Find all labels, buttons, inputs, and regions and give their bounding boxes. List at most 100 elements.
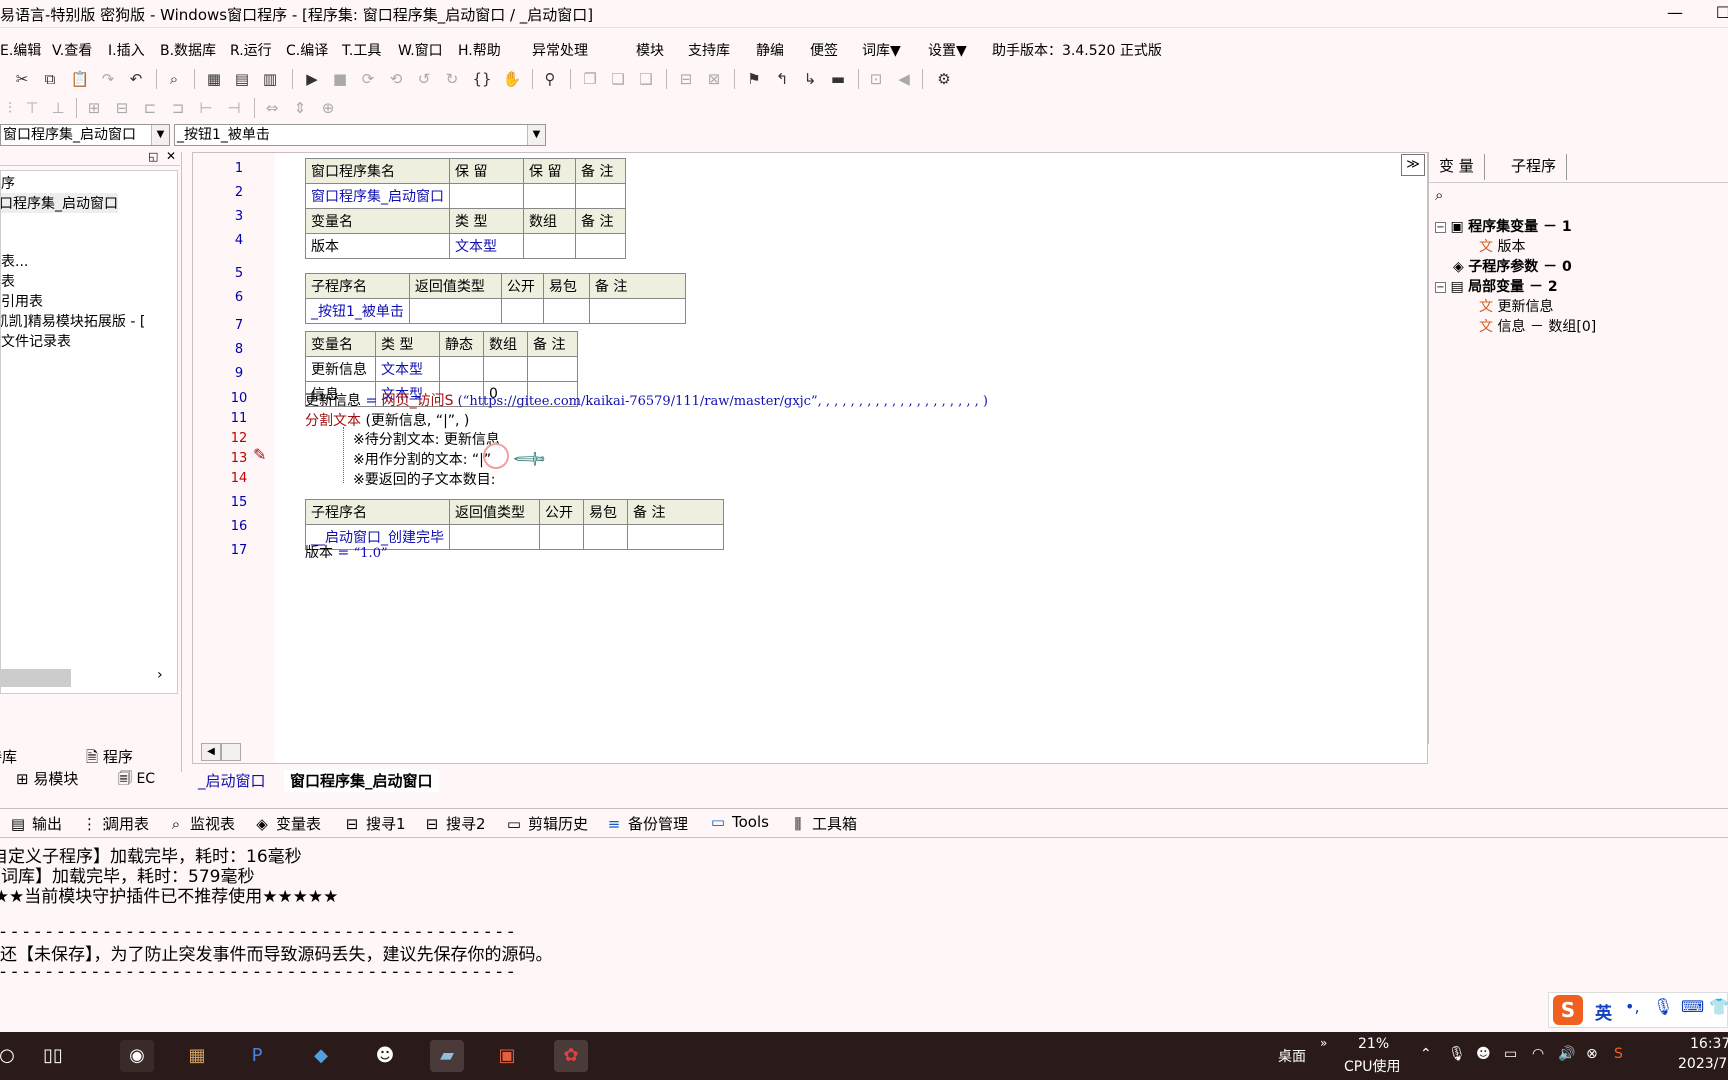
close-icon[interactable]: ✕ [166,149,176,163]
table-cell[interactable] [539,524,584,550]
task-view-icon[interactable]: ▯▯ [36,1040,70,1072]
chevron-down-icon[interactable]: ▼ [527,125,545,145]
tree-item-assembly[interactable]: 窗口程序集_启动窗口 [1,193,118,213]
table-cell[interactable] [627,524,724,550]
align-7-icon[interactable]: ⊐ [168,98,188,118]
microphone-icon[interactable]: 🎙 [1448,1046,1466,1062]
tab-search-2[interactable]: ⊟ 搜寻2 [424,813,486,834]
menu-view[interactable]: V.查看 [52,40,92,60]
tab-search-1[interactable]: ⊟ 搜寻1 [344,813,406,834]
menu-edit[interactable]: E.编辑 [0,40,41,60]
menu-run[interactable]: R.运行 [230,40,272,60]
sogou-logo-icon[interactable]: S [1553,995,1583,1025]
eyuyan-icon[interactable]: ▰ [430,1040,464,1072]
chrome-icon[interactable]: ◉ [120,1040,154,1072]
table-cell[interactable] [500,298,544,324]
table-cell[interactable] [583,524,628,550]
assembly-name[interactable]: 窗口程序集_启动窗口 [305,183,450,209]
p-app-icon[interactable]: P [240,1040,274,1072]
microphone-icon[interactable]: 🎙 [1653,997,1673,1016]
table-cell[interactable] [588,298,686,324]
code-line-17[interactable]: 版本 = “1.0” [305,542,388,562]
output-panel[interactable]: 【自定义子程序】加载完毕，耗时：16毫秒 【词库】加载完毕，耗时：579毫秒 ★… [0,840,1728,1030]
collapse-icon[interactable]: − [1435,221,1446,233]
align-9-icon[interactable]: ⊣ [224,98,244,118]
tab-output[interactable]: ▤ 输出 [10,813,62,834]
tab-variables[interactable]: 变 量 [1429,154,1485,180]
paste-icon[interactable]: 📋 [70,69,90,89]
table-cell[interactable] [483,356,528,382]
doc-2-icon[interactable]: ❏ [608,69,628,89]
tree-assembly-vars[interactable]: − ▣ 程序集变量 － 1 [1435,216,1572,236]
menu-static-compile[interactable]: 静编 [756,40,784,60]
tree-sub-params[interactable]: ◈ 子程序参数 － 0 [1453,256,1572,276]
tray-expand-icon[interactable]: ⌃ [1420,1046,1432,1062]
tab-startup-window[interactable]: _启动窗口 [192,770,272,792]
restore-icon[interactable]: ◱ [148,150,158,163]
qq-icon[interactable]: ☻ [368,1040,402,1072]
align-8-icon[interactable]: ⊢ [196,98,216,118]
find-icon[interactable]: ⌕ [164,69,184,89]
ime-language[interactable]: 英 [1595,999,1612,1024]
tree-item[interactable]: 表 [1,271,15,291]
align-6-icon[interactable]: ⊏ [140,98,160,118]
table-cell[interactable] [439,356,484,382]
tab-toolbox[interactable]: ⫼ 工具箱 [790,813,857,834]
tab-assembly-startup-window[interactable]: 窗口程序集_启动窗口 [284,770,439,792]
tab-support-lib[interactable]: 支持库 [0,746,17,767]
minimize-button[interactable]: — [1652,0,1698,28]
tree-var-update-info[interactable]: 文 更新信息 [1479,296,1553,316]
sogou-tray-icon[interactable]: S [1614,1046,1623,1062]
tab-backup[interactable]: ≡ 备份管理 [606,813,688,834]
clock-date[interactable]: 2023/7 [1678,1056,1727,1072]
tree-item[interactable]: 表... [1,251,28,271]
redo-icon[interactable]: ↷ [98,69,118,89]
bookmark-icon[interactable]: ⚑ [744,69,764,89]
layout-3-icon[interactable]: ▥ [260,69,280,89]
variable-name[interactable]: 更新信息 [305,356,376,382]
tab-modules[interactable]: ⊞ 易模块 [16,768,78,789]
bookmark-prev-icon[interactable]: ↰ [772,69,792,89]
code-line-10[interactable]: 更新信息 = 网页_访问S (“https://gitee.com/kaikai… [305,390,988,410]
search-icon[interactable]: ⌕ [1435,186,1443,204]
map-app-icon[interactable]: ◆ [304,1040,338,1072]
table-cell[interactable] [527,356,578,382]
clock-time[interactable]: 16:37 [1690,1036,1728,1052]
size-2-icon[interactable]: ⇕ [290,98,310,118]
qq-tray-icon[interactable]: ☻ [1476,1046,1491,1062]
tab-tools[interactable]: ▭ Tools [710,813,769,831]
bookmark-next-icon[interactable]: ↳ [800,69,820,89]
menu-exception[interactable]: 异常处理 [532,40,588,60]
step-2-icon[interactable]: ⟲ [386,69,406,89]
table-cell[interactable] [408,298,502,324]
horizontal-scrollbar-thumb[interactable] [1,669,71,687]
shirt-icon[interactable]: 👕 [1709,997,1728,1016]
menu-window[interactable]: W.窗口 [398,40,443,60]
cut-icon[interactable]: ✂ [12,69,32,89]
doc-1-icon[interactable]: ❐ [580,69,600,89]
table-cell[interactable] [449,183,524,209]
chevron-down-icon[interactable]: ▼ [151,125,169,145]
table-cell[interactable] [523,183,576,209]
tree-item[interactable]: 引用表 [1,291,43,311]
size-1-icon[interactable]: ⇔ [262,98,282,118]
tree-item-module[interactable]: [凯凯]精易模块拓展版 - [ [1,311,145,331]
window-2-icon[interactable]: ⊠ [704,69,724,89]
scroll-left-icon[interactable]: ◀ [201,743,221,761]
step-3-icon[interactable]: ↺ [414,69,434,89]
battery-icon[interactable]: ▭ [1504,1046,1517,1062]
tab-subroutines[interactable]: 子程序 [1501,154,1568,180]
param-hint[interactable]: ※待分割文本: 更新信息 [353,429,500,449]
expand-panel-icon[interactable]: ≫ [1401,154,1425,176]
tab-call-table[interactable]: ⋮⋮调用表 [82,813,149,834]
tree-item[interactable]: 程序 [1,173,15,193]
menu-notes[interactable]: 便签 [810,40,838,60]
param-hint[interactable]: ※要返回的子文本数目: [353,469,495,489]
layout-1-icon[interactable]: ▦ [204,69,224,89]
hand-icon[interactable]: ✋ [502,69,522,89]
param-hint[interactable]: ※用作分割的文本: “|” [353,449,491,469]
align-3-icon[interactable]: ⊥ [48,98,68,118]
box-app-icon[interactable]: ▦ [180,1040,214,1072]
step-1-icon[interactable]: ⟳ [358,69,378,89]
code-editor[interactable]: 1 2 3 4 5 6 7 8 9 10 11 12 13 14 15 16 1… [192,152,1428,764]
